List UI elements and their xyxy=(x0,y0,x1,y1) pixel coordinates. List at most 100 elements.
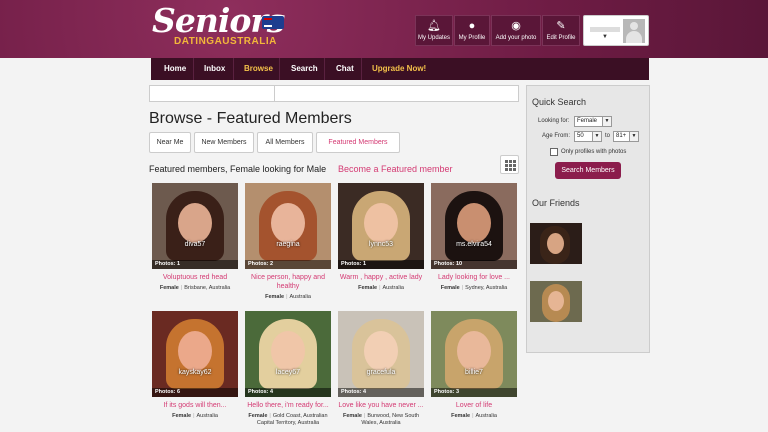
grid-view-icon[interactable] xyxy=(500,155,519,174)
member-headline[interactable]: Love like you have never ... xyxy=(338,401,424,410)
member-photo[interactable]: lynnc53 Photos: 1 xyxy=(338,183,424,269)
member-photo[interactable]: lacey67 Photos: 4 xyxy=(245,311,331,397)
looking-for-select[interactable]: Female ▼ xyxy=(574,116,612,127)
member-meta: Female | Australia xyxy=(358,285,404,291)
nav-chat[interactable]: Chat xyxy=(336,58,354,80)
member-gender: Female xyxy=(265,294,285,300)
chevron-down-icon: ▼ xyxy=(629,132,638,141)
nav-upgrade[interactable]: Upgrade Now! xyxy=(372,58,426,80)
age-to-select[interactable]: 81+ ▼ xyxy=(613,131,639,142)
tab-featured-members[interactable]: Featured Members xyxy=(316,132,400,153)
tab-new-members[interactable]: New Members xyxy=(194,132,254,153)
member-location: Australia xyxy=(196,413,218,419)
photo-count: Photos: 4 xyxy=(338,388,424,397)
member-photo[interactable]: raegina Photos: 2 xyxy=(245,183,331,269)
member-headline[interactable]: Voluptuous red head xyxy=(152,273,238,282)
member-photo[interactable]: kayskay62 Photos: 6 xyxy=(152,311,238,397)
tab-all-members[interactable]: All Members xyxy=(257,132,313,153)
age-from-select[interactable]: 50 ▼ xyxy=(574,131,602,142)
our-friends-title: Our Friends xyxy=(532,198,580,208)
page-title: Browse - Featured Members xyxy=(149,110,352,127)
nav-search[interactable]: Search xyxy=(291,58,318,80)
site-logo[interactable]: Seniors DATINGAUSTRALIA xyxy=(152,4,285,48)
edit-profile-button[interactable]: ✎ Edit Profile xyxy=(542,15,580,46)
member-location: Burwood, New South Wales, Australia xyxy=(361,413,420,426)
search-divider xyxy=(274,86,275,101)
member-card[interactable]: ms.elvira54 Photos: 10 Lady looking for … xyxy=(431,183,517,292)
member-username: ms.elvira54 xyxy=(456,241,492,248)
member-card[interactable]: lacey67 Photos: 4 Hello there, i'm ready… xyxy=(245,311,331,427)
site-header: Seniors DATINGAUSTRALIA 🔔︎ My Updates ● … xyxy=(0,0,768,58)
member-location: Australia xyxy=(289,294,311,300)
member-headline[interactable]: Nice person, happy and healthy xyxy=(245,273,331,291)
photo-count: Photos: 3 xyxy=(431,388,517,397)
camera-icon: ◉ xyxy=(511,20,521,32)
member-gender: Female xyxy=(248,413,268,419)
chevron-down-icon: ▼ xyxy=(592,132,601,141)
member-card[interactable]: kayskay62 Photos: 6 If its gods will the… xyxy=(152,311,238,420)
member-photo[interactable]: gracefula Photos: 4 xyxy=(338,311,424,397)
looking-for-label: Looking for: xyxy=(538,118,570,124)
nav-home[interactable]: Home xyxy=(164,58,186,80)
member-username: diva57 xyxy=(184,241,206,248)
member-location: Australia xyxy=(382,285,404,291)
search-members-button[interactable]: Search Members xyxy=(555,162,621,179)
photo-count: Photos: 1 xyxy=(152,260,238,269)
pencil-icon: ✎ xyxy=(556,20,566,32)
photo-count: Photos: 1 xyxy=(338,260,424,269)
add-photo-label: Add your photo xyxy=(495,35,537,41)
add-photo-button[interactable]: ◉ Add your photo xyxy=(491,15,541,46)
member-location: Brisbane, Australia xyxy=(184,285,231,291)
age-from-value: 50 xyxy=(577,133,584,139)
nav-inbox[interactable]: Inbox xyxy=(204,58,225,80)
member-meta: Female | Australia xyxy=(265,294,311,300)
account-menu[interactable]: ▼ xyxy=(583,15,649,46)
edit-profile-label: Edit Profile xyxy=(546,35,576,41)
tab-near-me[interactable]: Near Me xyxy=(149,132,191,153)
member-gender: Female xyxy=(172,413,192,419)
member-gender: Female xyxy=(451,413,471,419)
become-featured-link[interactable]: Become a Featured member xyxy=(338,164,453,174)
member-card[interactable]: diva57 Photos: 1 Voluptuous red head Fem… xyxy=(152,183,238,292)
avatar xyxy=(623,19,645,43)
main-nav: Home Inbox Browse Search Chat Upgrade No… xyxy=(151,58,649,80)
member-gender: Female xyxy=(342,413,362,419)
member-headline[interactable]: Lady looking for love ... xyxy=(431,273,517,282)
bell-icon: 🔔︎ xyxy=(427,20,441,32)
member-headline[interactable]: If its gods will then... xyxy=(152,401,238,410)
member-location: Australia xyxy=(475,413,497,419)
account-name-placeholder xyxy=(590,27,620,32)
photos-only-checkbox[interactable] xyxy=(550,148,558,156)
age-from-label: Age From: xyxy=(542,133,571,139)
member-gender: Female xyxy=(159,285,179,291)
caret-down-icon: ▼ xyxy=(602,34,608,40)
nav-browse[interactable]: Browse xyxy=(244,58,273,80)
member-card[interactable]: billie7 Photos: 3 Lover of life Female | A… xyxy=(431,311,517,420)
member-photo[interactable]: ms.elvira54 Photos: 10 xyxy=(431,183,517,269)
friend-thumbnail[interactable] xyxy=(530,281,582,322)
member-card[interactable]: gracefula Photos: 4 Love like you have n… xyxy=(338,311,424,427)
member-photo[interactable]: diva57 Photos: 1 xyxy=(152,183,238,269)
photo-count: Photos: 10 xyxy=(431,260,517,269)
nav-divider xyxy=(361,58,362,80)
member-card[interactable]: lynnc53 Photos: 1 Warm , happy , active … xyxy=(338,183,424,292)
photo-count: Photos: 4 xyxy=(245,388,331,397)
chevron-down-icon: ▼ xyxy=(602,117,611,126)
member-headline[interactable]: Warm , happy , active lady xyxy=(338,273,424,282)
member-headline[interactable]: Lover of life xyxy=(431,401,517,410)
photo-count: Photos: 6 xyxy=(152,388,238,397)
member-meta: Female | Australia xyxy=(451,413,497,419)
member-username: raegina xyxy=(276,241,300,248)
friend-thumbnail[interactable] xyxy=(530,223,582,264)
member-gender: Female xyxy=(440,285,460,291)
nav-divider xyxy=(324,58,325,80)
my-profile-button[interactable]: ● My Profile xyxy=(454,15,490,46)
member-photo[interactable]: billie7 Photos: 3 xyxy=(431,311,517,397)
looking-for-value: Female xyxy=(577,118,598,124)
member-card[interactable]: raegina Photos: 2 Nice person, happy and… xyxy=(245,183,331,301)
my-updates-button[interactable]: 🔔︎ My Updates xyxy=(415,15,453,46)
top-search-bar[interactable] xyxy=(149,85,519,102)
member-headline[interactable]: Hello there, i'm ready for... xyxy=(245,401,331,410)
age-to-label: to xyxy=(605,133,611,139)
member-meta: Female | Sydney, Australia xyxy=(440,285,508,291)
